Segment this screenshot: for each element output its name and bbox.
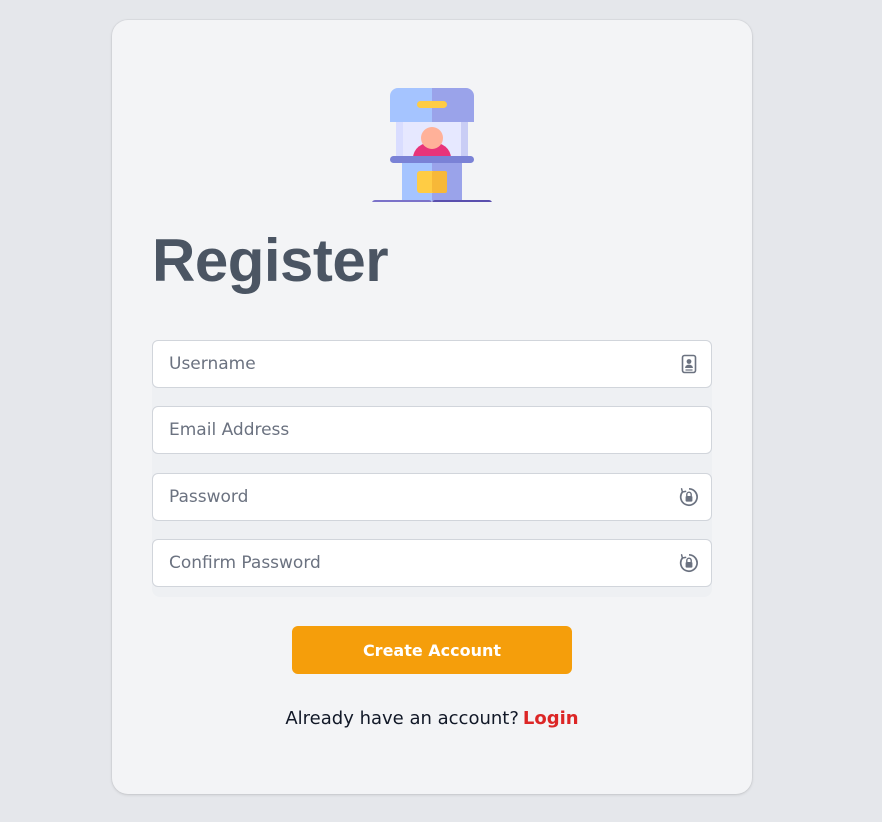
email-field-wrapper xyxy=(152,406,712,454)
password-field-wrapper xyxy=(152,473,712,521)
create-account-button[interactable]: Create Account xyxy=(292,626,572,674)
login-prompt: Already have an account? Login xyxy=(112,708,752,729)
register-form xyxy=(152,340,712,597)
login-link[interactable]: Login xyxy=(523,708,579,729)
confirm-password-field-wrapper xyxy=(152,539,712,587)
login-prompt-text: Already have an account? xyxy=(285,708,519,729)
page-title: Register xyxy=(152,227,389,294)
lock-icon xyxy=(679,553,698,573)
ticket-booth-icon xyxy=(372,88,492,202)
register-card: Register Username Email Address Create A… xyxy=(112,20,752,794)
username-field-wrapper xyxy=(152,340,712,388)
username-input[interactable] xyxy=(153,341,711,387)
lock-icon xyxy=(679,487,698,507)
email-input[interactable] xyxy=(153,407,711,453)
id-card-icon xyxy=(681,354,697,374)
password-input[interactable] xyxy=(153,474,711,520)
confirm-password-input[interactable] xyxy=(153,540,711,586)
